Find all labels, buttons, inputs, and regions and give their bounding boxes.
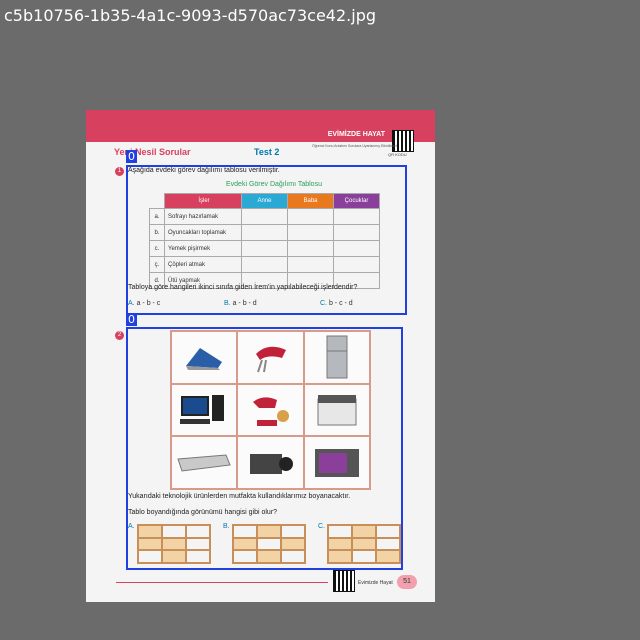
test-title: Test 2 — [254, 147, 280, 157]
detection-label: 0 — [126, 313, 137, 326]
footer-text: Evimizde Hayat — [358, 580, 393, 586]
detection-box — [126, 165, 407, 315]
image-filename: c5b10756-1b35-4a1c-9093-d570ac73ce42.jpg — [4, 6, 376, 25]
page-number: 51 — [397, 575, 417, 589]
qr-caption: QR KODU — [388, 152, 407, 157]
qr-code-icon — [392, 130, 414, 152]
detection-box — [126, 327, 403, 570]
unit-title: EVİMİZDE HAYAT — [327, 131, 385, 138]
detection-label: 0 — [126, 150, 137, 163]
footer-line — [116, 582, 328, 583]
question-2-number: 2 — [115, 331, 124, 340]
question-1-number: 1 — [115, 167, 124, 176]
header-note: Öğrenci Konu Anlatımı Sorulara Uyarlanmı… — [312, 144, 397, 148]
qr-code-icon — [333, 570, 355, 592]
